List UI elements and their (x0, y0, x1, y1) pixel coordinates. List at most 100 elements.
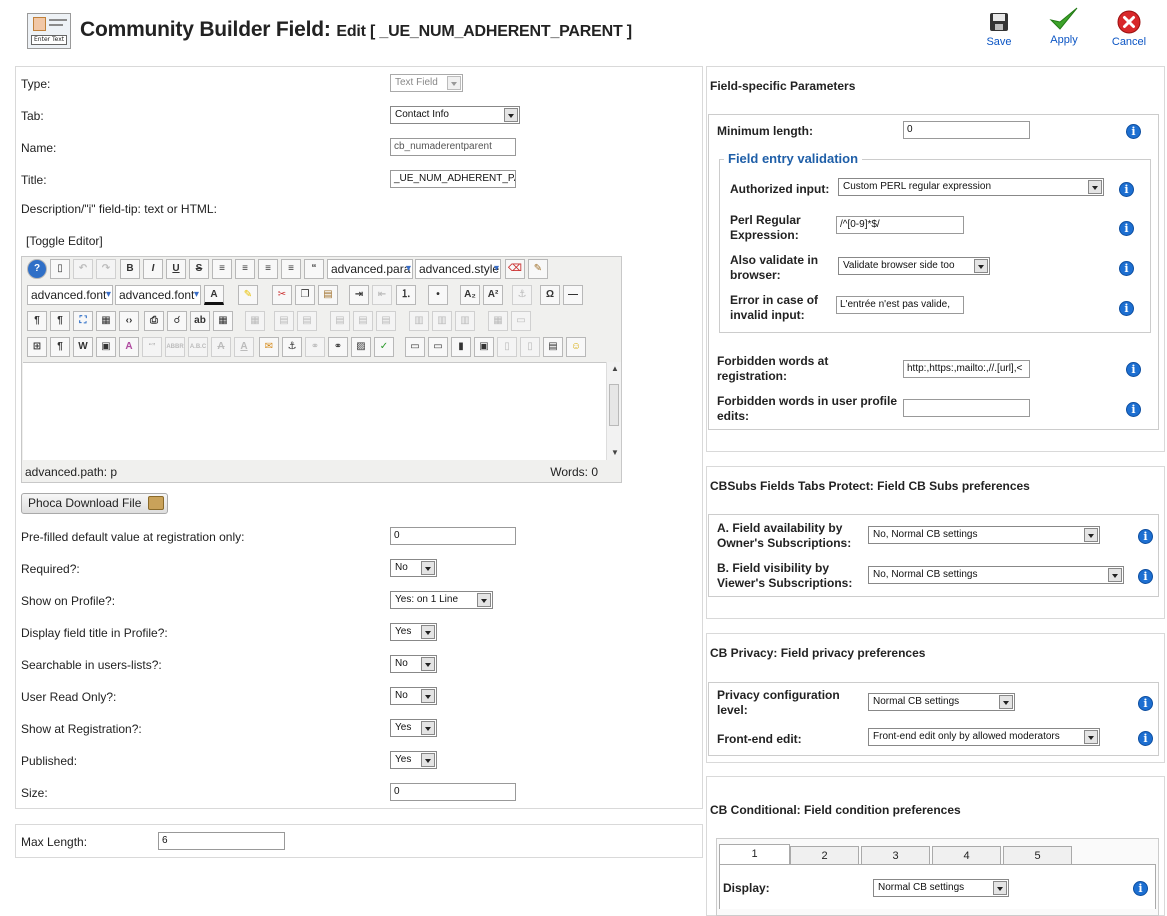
paste-icon[interactable]: ▤ (318, 285, 338, 305)
frontend-edit-select[interactable]: Front-end edit only by allowed moderator… (868, 728, 1100, 746)
text-color-icon[interactable]: A (204, 285, 224, 305)
abbr-icon[interactable]: ABBR (165, 337, 185, 357)
perl-regex-info-icon[interactable]: i (1119, 221, 1134, 236)
forbidden-registration-info-icon[interactable]: i (1126, 362, 1141, 377)
delete-row-icon[interactable]: ▤ (376, 311, 396, 331)
align-center-icon[interactable]: ≡ (235, 259, 255, 279)
strikethrough-icon[interactable]: S (189, 259, 209, 279)
name-input[interactable]: cb_numaderentparent (390, 138, 516, 156)
blockquote-icon[interactable]: “ (304, 259, 324, 279)
perl-regex-input[interactable]: /^[0-9]*$/ (836, 216, 964, 234)
phoca-download-button[interactable]: Phoca Download File (21, 493, 168, 514)
spellcheck-icon[interactable]: ✓ (374, 337, 394, 357)
font-size-select[interactable]: advanced.font (115, 285, 201, 305)
frontend-edit-info-icon[interactable]: i (1138, 731, 1153, 746)
searchable-select[interactable]: No (390, 655, 437, 673)
cleanup-brush-icon[interactable]: ✎ (528, 259, 548, 279)
size-input[interactable]: 0 (390, 783, 516, 801)
cell-props-icon[interactable]: ▤ (297, 311, 317, 331)
deletion-icon[interactable]: A (211, 337, 231, 357)
ltr-direction-icon[interactable]: ¶ (27, 311, 47, 331)
subscript-icon[interactable]: A₂ (460, 285, 480, 305)
paragraph-format-select[interactable]: advanced.para (327, 259, 413, 279)
nonbreaking-icon[interactable]: ▯ (520, 337, 540, 357)
fullscreen-icon[interactable]: ⛶ (73, 311, 93, 331)
bullet-list-icon[interactable]: • (428, 285, 448, 305)
insertion-icon[interactable]: A (234, 337, 254, 357)
anchor-icon[interactable]: ⚓ (512, 285, 532, 305)
subs-availability-info-icon[interactable]: i (1138, 529, 1153, 544)
insert-image-icon[interactable]: ▣ (96, 337, 116, 357)
toggle-editor-link[interactable]: [Toggle Editor] (26, 234, 103, 248)
delete-table-icon[interactable]: ▦ (245, 311, 265, 331)
link-icon[interactable]: ⚭ (328, 337, 348, 357)
condition-tab-2[interactable]: 2 (790, 846, 859, 865)
align-justify-icon[interactable]: ≡ (212, 259, 232, 279)
apply-button[interactable]: Apply (1033, 4, 1095, 58)
superscript-icon[interactable]: A² (483, 285, 503, 305)
forbidden-edit-info-icon[interactable]: i (1126, 402, 1141, 417)
privacy-level-info-icon[interactable]: i (1138, 696, 1153, 711)
show-blocks-icon[interactable]: ¶ (50, 337, 70, 357)
acronym-icon[interactable]: A.B.C (188, 337, 208, 357)
highlight-color-icon[interactable]: ✎ (238, 285, 258, 305)
unlink-icon[interactable]: ⚭ (305, 337, 325, 357)
privacy-level-select[interactable]: Normal CB settings (868, 693, 1015, 711)
html-source-icon[interactable]: ‹› (119, 311, 139, 331)
cite-icon[interactable]: “” (142, 337, 162, 357)
insert-row-before-icon[interactable]: ▤ (330, 311, 350, 331)
condition-tab-5[interactable]: 5 (1003, 846, 1072, 865)
required-select[interactable]: No (390, 559, 437, 577)
row-props-icon[interactable]: ▤ (274, 311, 294, 331)
copy-format-icon[interactable]: ▯ (497, 337, 517, 357)
smiley-icon[interactable]: ☺ (566, 337, 586, 357)
browser-validation-select[interactable]: Validate browser side too (838, 257, 990, 275)
media-icon[interactable]: ▮ (451, 337, 471, 357)
print-icon[interactable]: ⎙ (144, 311, 164, 331)
editor-scrollbar[interactable]: ▲ ▼ (606, 362, 621, 460)
display-select[interactable]: Normal CB settings (873, 879, 1009, 897)
visual-aid-icon[interactable]: ⊞ (27, 337, 47, 357)
published-select[interactable]: Yes (390, 751, 437, 769)
condition-tab-1[interactable]: 1 (719, 844, 790, 864)
editor-content-area[interactable] (23, 362, 606, 460)
error-message-info-icon[interactable]: i (1119, 301, 1134, 316)
outdent-icon[interactable]: ⇤ (372, 285, 392, 305)
indent-icon[interactable]: ⇥ (349, 285, 369, 305)
insert-table-icon[interactable]: ▦ (213, 311, 233, 331)
scroll-up-icon[interactable]: ▲ (611, 364, 619, 373)
style-select[interactable]: advanced.style (415, 259, 501, 279)
readonly-select[interactable]: No (390, 687, 437, 705)
subs-visibility-info-icon[interactable]: i (1138, 569, 1153, 584)
subs-availability-select[interactable]: No, Normal CB settings (868, 526, 1100, 544)
eraser-icon[interactable]: ⌫ (505, 259, 525, 279)
copy-icon[interactable]: ❐ (295, 285, 315, 305)
show-profile-select[interactable]: Yes: on 1 Line (390, 591, 493, 609)
template-icon[interactable]: ▭ (428, 337, 448, 357)
preview-icon[interactable]: ▦ (96, 311, 116, 331)
condition-tab-4[interactable]: 4 (932, 846, 1001, 865)
undo-icon[interactable]: ↶ (73, 259, 93, 279)
scroll-down-icon[interactable]: ▼ (611, 448, 619, 457)
redo-icon[interactable]: ↷ (96, 259, 116, 279)
align-left-icon[interactable]: ≡ (258, 259, 278, 279)
font-family-select[interactable]: advanced.font (27, 285, 113, 305)
forbidden-edit-input[interactable] (903, 399, 1030, 417)
split-cells-icon[interactable]: ▦ (488, 311, 508, 331)
prefilled-input[interactable]: 0 (390, 527, 516, 545)
document-icon[interactable]: ▤ (543, 337, 563, 357)
special-character-icon[interactable]: Ω (540, 285, 560, 305)
paste-word-icon[interactable]: W (73, 337, 93, 357)
authorized-input-info-icon[interactable]: i (1119, 182, 1134, 197)
insert-file-icon[interactable]: ▣ (474, 337, 494, 357)
find-icon[interactable]: ☌ (167, 311, 187, 331)
scroll-thumb[interactable] (609, 384, 619, 426)
new-document-icon[interactable]: ▯ (50, 259, 70, 279)
display-info-icon[interactable]: i (1133, 881, 1148, 896)
numbered-list-icon[interactable]: ⒈ (396, 285, 416, 305)
authorized-input-select[interactable]: Custom PERL regular expression (838, 178, 1104, 196)
replace-icon[interactable]: ab (190, 311, 210, 331)
min-length-input[interactable]: 0 (903, 121, 1030, 139)
tab-select[interactable]: Contact Info (390, 106, 520, 124)
bold-icon[interactable]: B (120, 259, 140, 279)
